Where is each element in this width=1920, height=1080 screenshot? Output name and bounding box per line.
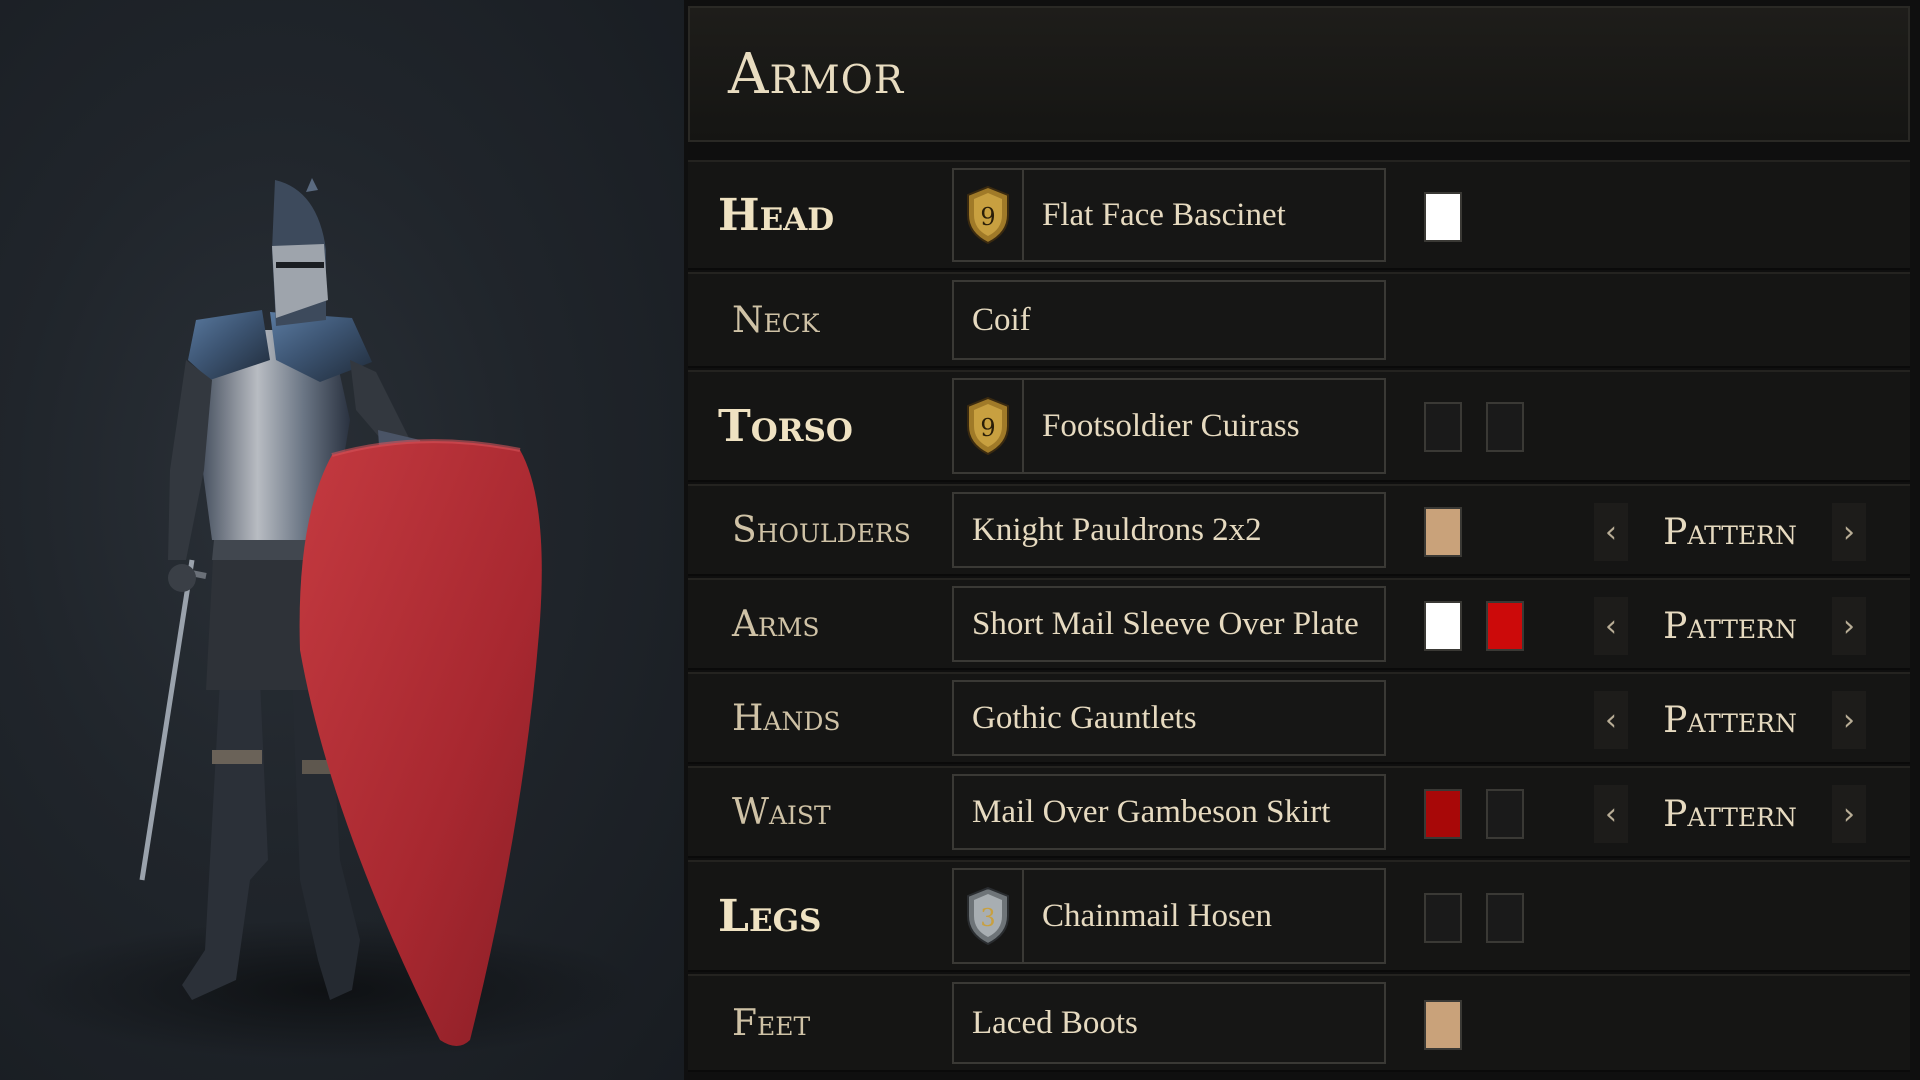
- color-swatch-legs-1[interactable]: [1424, 893, 1462, 943]
- tier-cell: 9: [954, 380, 1024, 472]
- svg-text:3: 3: [980, 904, 995, 932]
- slot-row-head: Head 9 Flat Face Bascinet: [688, 160, 1910, 270]
- chevron-left-icon[interactable]: ‹: [1594, 503, 1628, 561]
- slot-row-hands: Hands Gothic Gauntlets ‹ Pattern ›: [688, 672, 1910, 764]
- color-swatch-legs-2[interactable]: [1486, 893, 1524, 943]
- chevron-right-icon[interactable]: ›: [1832, 691, 1866, 749]
- slot-row-shoulders: Shoulders Knight Pauldrons 2x2 ‹ Pattern…: [688, 484, 1910, 576]
- slot-row-legs: Legs 3 Chainmail Hosen: [688, 860, 1910, 972]
- chevron-left-icon[interactable]: ‹: [1594, 691, 1628, 749]
- panel-title: Armor: [728, 42, 905, 107]
- color-swatch-arms-1[interactable]: [1424, 601, 1462, 651]
- color-swatch-head-1[interactable]: [1424, 192, 1462, 242]
- slot-label-shoulders: Shoulders: [732, 509, 911, 551]
- pattern-label: Pattern: [1663, 793, 1797, 835]
- knight-figure: [20, 178, 640, 1060]
- chevron-right-icon[interactable]: ›: [1832, 785, 1866, 843]
- panel-header: Armor: [688, 6, 1910, 142]
- svg-text:9: 9: [980, 203, 995, 231]
- slot-label-waist: Waist: [732, 791, 831, 833]
- item-name-head: Flat Face Bascinet: [1042, 196, 1286, 233]
- item-name-torso: Footsoldier Cuirass: [1042, 407, 1300, 444]
- color-swatch-waist-1[interactable]: [1424, 789, 1462, 839]
- tier-cell: 9: [954, 170, 1024, 260]
- color-swatch-shoulders-1[interactable]: [1424, 507, 1462, 557]
- slot-row-waist: Waist Mail Over Gambeson Skirt ‹ Pattern…: [688, 766, 1910, 858]
- item-select-torso[interactable]: 9 Footsoldier Cuirass: [952, 378, 1386, 474]
- item-name-shoulders: Knight Pauldrons 2x2: [972, 511, 1262, 548]
- pattern-selector-waist: ‹ Pattern ›: [1594, 785, 1866, 843]
- item-select-waist[interactable]: Mail Over Gambeson Skirt: [952, 774, 1386, 850]
- slot-row-arms: Arms Short Mail Sleeve Over Plate ‹ Patt…: [688, 578, 1910, 670]
- slot-label-head: Head: [718, 189, 835, 241]
- chevron-left-icon[interactable]: ‹: [1594, 597, 1628, 655]
- shield-tier-icon: 9: [967, 396, 1009, 456]
- item-select-hands[interactable]: Gothic Gauntlets: [952, 680, 1386, 756]
- tier-cell: 3: [954, 870, 1024, 962]
- item-select-arms[interactable]: Short Mail Sleeve Over Plate: [952, 586, 1386, 662]
- pattern-selector-hands: ‹ Pattern ›: [1594, 691, 1866, 749]
- slot-row-feet: Feet Laced Boots: [688, 974, 1910, 1072]
- slot-row-neck: Neck Coif: [688, 272, 1910, 368]
- shield-tier-icon: 9: [967, 185, 1009, 245]
- color-swatch-torso-2[interactable]: [1486, 402, 1524, 452]
- item-name-waist: Mail Over Gambeson Skirt: [972, 793, 1331, 830]
- slot-label-feet: Feet: [732, 1002, 811, 1044]
- pattern-label: Pattern: [1663, 511, 1797, 553]
- item-name-neck: Coif: [972, 301, 1031, 338]
- shield-tier-icon: 3: [967, 886, 1009, 946]
- armor-panel: Armor Head 9 Flat Face Bascinet Neck Coi…: [684, 0, 1920, 1080]
- svg-text:9: 9: [980, 414, 995, 442]
- chevron-right-icon[interactable]: ›: [1832, 503, 1866, 561]
- item-select-neck[interactable]: Coif: [952, 280, 1386, 360]
- color-swatch-waist-2[interactable]: [1486, 789, 1524, 839]
- color-swatch-feet-1[interactable]: [1424, 1000, 1462, 1050]
- pattern-selector-shoulders: ‹ Pattern ›: [1594, 503, 1866, 561]
- pattern-selector-arms: ‹ Pattern ›: [1594, 597, 1866, 655]
- color-swatch-arms-2[interactable]: [1486, 601, 1524, 651]
- slot-label-hands: Hands: [732, 697, 841, 739]
- item-select-shoulders[interactable]: Knight Pauldrons 2x2: [952, 492, 1386, 568]
- item-select-feet[interactable]: Laced Boots: [952, 982, 1386, 1064]
- color-swatch-torso-1[interactable]: [1424, 402, 1462, 452]
- slot-label-neck: Neck: [732, 299, 820, 341]
- slot-label-legs: Legs: [718, 890, 822, 942]
- slot-label-arms: Arms: [732, 603, 820, 645]
- chevron-left-icon[interactable]: ‹: [1594, 785, 1628, 843]
- item-name-arms: Short Mail Sleeve Over Plate: [972, 605, 1359, 642]
- item-name-legs: Chainmail Hosen: [1042, 897, 1273, 934]
- slot-row-torso: Torso 9 Footsoldier Cuirass: [688, 370, 1910, 482]
- pattern-label: Pattern: [1663, 699, 1797, 741]
- item-select-legs[interactable]: 3 Chainmail Hosen: [952, 868, 1386, 964]
- item-name-feet: Laced Boots: [972, 1004, 1138, 1041]
- item-name-hands: Gothic Gauntlets: [972, 699, 1197, 736]
- character-preview[interactable]: [0, 0, 684, 1080]
- slot-label-torso: Torso: [718, 400, 853, 452]
- chevron-right-icon[interactable]: ›: [1832, 597, 1866, 655]
- pattern-label: Pattern: [1663, 605, 1797, 647]
- item-select-head[interactable]: 9 Flat Face Bascinet: [952, 168, 1386, 262]
